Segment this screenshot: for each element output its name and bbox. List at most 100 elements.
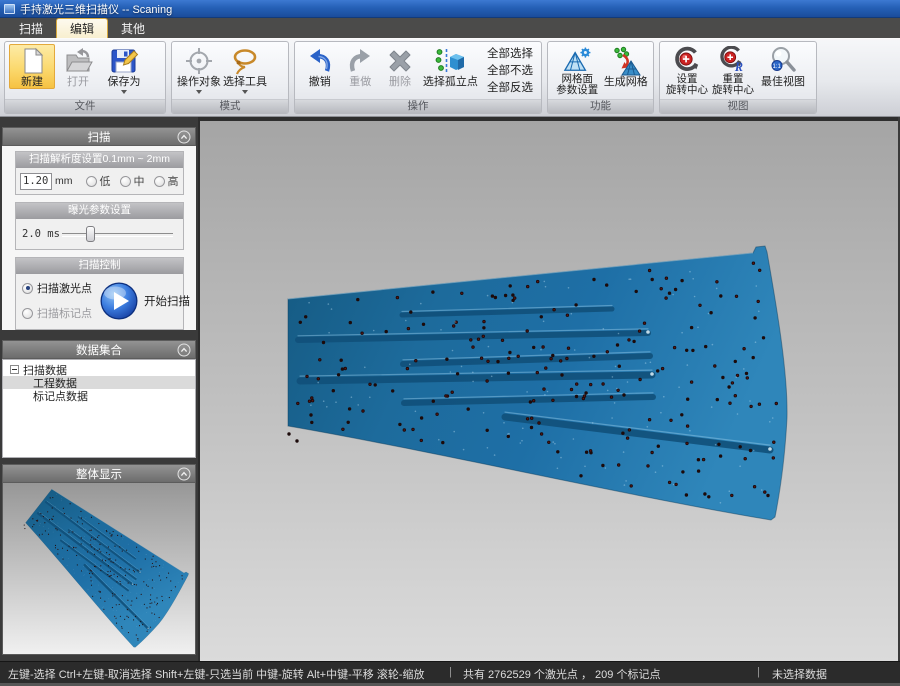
tab-edit[interactable]: 编辑: [56, 18, 108, 38]
status-bar: 左键-选择 Ctrl+左键-取消选择 Shift+左键-只选当前 中键-旋转 A…: [0, 661, 900, 686]
generate-mesh-button[interactable]: 生成网格: [602, 44, 649, 89]
tab-other[interactable]: 其他: [108, 18, 158, 38]
title-bar[interactable]: 手持激光三维扫描仪 -- Scaning: [0, 0, 900, 18]
ribbon-group-mode: 操作对象 选择工具 模式: [171, 41, 289, 114]
resolution-option-low[interactable]: 低: [86, 173, 111, 189]
ribbon-group-function: 网格面 参数设置 生成网格: [547, 41, 654, 114]
delete-button[interactable]: 删除: [380, 44, 420, 89]
open-button[interactable]: 打开: [55, 44, 101, 89]
set-rotation-center-icon: [673, 46, 701, 74]
select-invert-button[interactable]: 全部反选: [483, 80, 537, 97]
viewport-3d[interactable]: [200, 117, 898, 661]
overview-model-thumbnail: [3, 483, 196, 653]
scan-collapse-button[interactable]: [177, 130, 191, 144]
best-view-magnifier-icon: 1:1: [768, 46, 798, 76]
exposure-box-header: 曝光参数设置: [16, 203, 183, 219]
tree-collapse-icon[interactable]: [10, 365, 19, 374]
resolution-input[interactable]: [20, 173, 52, 190]
data-tree: 扫描数据 工程数据 标记点数据: [2, 359, 196, 458]
select-isolated-button[interactable]: 选择孤立点: [420, 44, 481, 89]
data-section-header: 数据集合: [2, 340, 196, 359]
undo-icon: [305, 46, 335, 76]
radio-scan-marker[interactable]: [22, 308, 33, 319]
data-section-title: 数据集合: [76, 342, 122, 358]
set-rotation-center-button[interactable]: 设置 旋转中心: [664, 44, 710, 97]
start-scan-button[interactable]: [99, 281, 139, 321]
scan-section-body: 扫描解析度设置0.1mm ~ 2mm mm 低 中: [2, 146, 196, 330]
resolution-option-high[interactable]: 高: [154, 173, 179, 189]
resolution-box-header: 扫描解析度设置0.1mm ~ 2mm: [16, 152, 183, 168]
exposure-slider-thumb[interactable]: [86, 226, 95, 242]
overview-section-header: 整体显示: [2, 464, 196, 483]
scan-control-box: 扫描控制 扫描激光点 扫描标记点: [15, 257, 184, 330]
start-scan-label: 开始扫描: [144, 293, 190, 309]
tree-item-marker-data[interactable]: 标记点数据: [3, 389, 195, 402]
save-as-button[interactable]: 保存为: [101, 44, 147, 95]
status-point-counts: 共有 2762529 个激光点 ， 209 个标记点: [463, 666, 660, 682]
redo-button[interactable]: 重做: [340, 44, 380, 89]
group-label-edit: 操作: [295, 99, 541, 113]
left-panel: 扫描 扫描解析度设置0.1mm ~ 2mm mm 低: [0, 117, 200, 661]
exposure-slider[interactable]: [62, 225, 173, 243]
save-as-dropdown-caret: [121, 90, 127, 94]
exposure-value: 2.0 ms: [22, 228, 62, 240]
reset-rotation-center-button[interactable]: R 重置 旋转中心: [710, 44, 756, 97]
app-window: 手持激光三维扫描仪 -- Scaning 扫描 编辑 其他 新建: [0, 0, 900, 686]
tab-scan[interactable]: 扫描: [6, 18, 56, 38]
mesh-params-button[interactable]: 网格面 参数设置: [552, 44, 602, 97]
redo-icon: [345, 46, 375, 76]
operation-target-caret: [196, 90, 202, 94]
isolated-points-icon: [435, 46, 465, 76]
overview-collapse-button[interactable]: [177, 467, 191, 481]
tree-item-project-data[interactable]: 工程数据: [3, 376, 195, 389]
select-all-button[interactable]: 全部选择: [483, 46, 537, 63]
select-tool-button[interactable]: 选择工具: [222, 44, 268, 95]
ribbon-group-view: 设置 旋转中心 R 重置 旋转中心: [659, 41, 817, 114]
ribbon-group-edit: 撤销 重做 删除: [294, 41, 542, 114]
operation-target-button[interactable]: 操作对象: [176, 44, 222, 95]
new-button[interactable]: 新建: [9, 44, 55, 89]
resolution-unit: mm: [55, 175, 73, 187]
generate-mesh-icon: [611, 46, 641, 76]
overview-section-title: 整体显示: [76, 466, 122, 482]
open-folder-icon: [63, 46, 93, 76]
radio-mid[interactable]: [120, 176, 131, 187]
ribbon-group-file: 新建 打开: [4, 41, 166, 114]
ribbon-tabstrip: 扫描 编辑 其他: [0, 18, 900, 38]
svg-text:R: R: [734, 60, 743, 74]
app-icon: [4, 4, 15, 14]
save-floppy-icon: [109, 46, 139, 76]
tree-item-scan-data[interactable]: 扫描数据: [3, 363, 195, 376]
new-document-icon: [17, 46, 47, 76]
target-crosshair-icon: [184, 46, 214, 76]
scan-control-header: 扫描控制: [16, 258, 183, 274]
best-view-button[interactable]: 1:1 最佳视图: [756, 44, 810, 89]
data-collapse-button[interactable]: [177, 343, 191, 357]
scan-section-title: 扫描: [88, 129, 111, 145]
svg-text:1:1: 1:1: [773, 64, 782, 70]
status-selection-state: 未选择数据: [772, 666, 827, 682]
select-none-button[interactable]: 全部不选: [483, 63, 537, 80]
radio-low[interactable]: [86, 176, 97, 187]
radio-high[interactable]: [154, 176, 165, 187]
lasso-icon: [230, 46, 260, 76]
delete-x-icon: [385, 46, 415, 76]
overview-preview: [2, 483, 196, 655]
window-title: 手持激光三维扫描仪 -- Scaning: [20, 1, 172, 17]
scanned-model: [200, 121, 898, 661]
group-label-file: 文件: [5, 99, 165, 113]
scan-laser-option[interactable]: 扫描激光点: [22, 280, 92, 296]
undo-button[interactable]: 撤销: [299, 44, 340, 89]
group-label-view: 视图: [660, 99, 816, 113]
ribbon: 新建 打开: [0, 38, 900, 117]
resolution-option-mid[interactable]: 中: [120, 173, 145, 189]
mesh-gear-icon: [563, 46, 591, 74]
radio-scan-laser[interactable]: [22, 283, 33, 294]
resolution-box: 扫描解析度设置0.1mm ~ 2mm mm 低 中: [15, 151, 184, 195]
scan-marker-option[interactable]: 扫描标记点: [22, 305, 92, 321]
status-separator-2: |: [757, 666, 760, 678]
status-mouse-hints: 左键-选择 Ctrl+左键-取消选择 Shift+左键-只选当前 中键-旋转 A…: [8, 666, 424, 682]
scan-section-header: 扫描: [2, 127, 196, 146]
status-separator-1: |: [449, 666, 452, 678]
exposure-box: 曝光参数设置 2.0 ms: [15, 202, 184, 250]
